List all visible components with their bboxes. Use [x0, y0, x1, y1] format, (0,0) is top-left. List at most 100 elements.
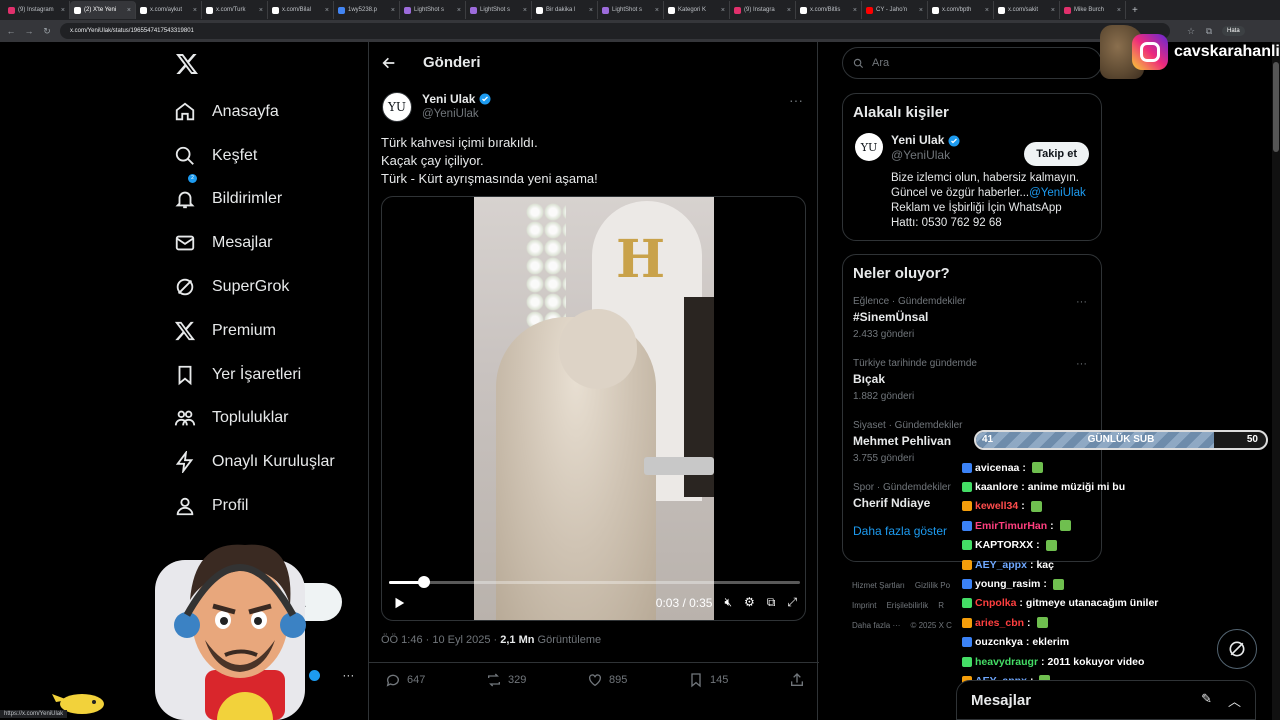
search-input[interactable]: Ara — [842, 47, 1102, 79]
messages-drawer[interactable]: Mesajlar ✎ ︿ — [956, 680, 1256, 720]
follow-button[interactable]: Takip et — [1024, 142, 1089, 166]
video-progress-bar[interactable] — [389, 576, 800, 588]
tab-close-icon[interactable]: × — [919, 7, 923, 14]
tab-close-icon[interactable]: × — [1051, 7, 1055, 14]
tab-close-icon[interactable]: × — [985, 7, 989, 14]
tab-close-icon[interactable]: × — [259, 7, 263, 14]
author-handle[interactable]: @YeniUlak — [422, 108, 491, 120]
tab-close-icon[interactable]: × — [523, 7, 527, 14]
footer-link[interactable]: Imprint — [852, 601, 876, 610]
video-tray — [644, 457, 714, 475]
related-name[interactable]: Yeni Ulak — [891, 133, 944, 148]
footer-link[interactable]: Gizlilik Po — [915, 581, 950, 590]
back-icon[interactable]: ← — [6, 26, 16, 36]
browser-tab[interactable]: LightShot s × — [400, 1, 466, 19]
footer-link[interactable]: Erişilebilirlik — [886, 601, 928, 610]
nav-item-verified-orgs[interactable]: Onaylı Kuruluşlar — [174, 440, 335, 484]
more-dots-icon[interactable]: ··· — [342, 668, 354, 682]
nav-item-communities[interactable]: Topluluklar — [174, 397, 335, 441]
back-arrow-icon[interactable] — [381, 55, 397, 71]
tab-close-icon[interactable]: × — [721, 7, 725, 14]
browser-tab[interactable]: (9) Instagram × — [4, 1, 70, 19]
bookmark-button[interactable]: 145 — [688, 672, 728, 688]
page-scrollbar[interactable] — [1272, 42, 1280, 720]
nav-item-premium[interactable]: Premium — [174, 309, 335, 353]
trend-item[interactable]: Eğlence · Gündemdekiler #SinemÜnsal 2.43… — [853, 288, 1091, 350]
chevron-up-icon[interactable]: ︿ — [1228, 691, 1241, 710]
x-logo-icon[interactable] — [175, 52, 199, 76]
bio-link[interactable]: @YeniUlak — [1029, 187, 1086, 199]
footer-link[interactable]: R — [938, 601, 944, 610]
browser-tab[interactable]: x.com/aykut × — [136, 1, 202, 19]
tab-close-icon[interactable]: × — [457, 7, 461, 14]
tab-close-icon[interactable]: × — [787, 7, 791, 14]
tab-label: x.com/sakit — [1008, 7, 1039, 13]
nav-item-home[interactable]: Anasayfa — [174, 90, 335, 134]
sub-goal-label: GÜNLÜK SUB — [1087, 434, 1155, 445]
tab-close-icon[interactable]: × — [391, 7, 395, 14]
video-scrubber-handle[interactable] — [418, 576, 431, 588]
browser-tab[interactable]: Kategori K × — [664, 1, 730, 19]
picture-in-picture-icon[interactable]: ⧉ — [767, 595, 776, 610]
trend-item[interactable]: Türkiye tarihinde gündemde Bıçak 1.882 g… — [853, 350, 1091, 412]
browser-tab[interactable]: x.com/Bitlis × — [796, 1, 862, 19]
browser-tab[interactable]: Bir dakika l × — [532, 1, 598, 19]
reload-icon[interactable]: ↻ — [42, 26, 52, 37]
nav-item-bookmarks[interactable]: Yer İşaretleri — [174, 353, 335, 397]
browser-tab[interactable]: x.com/bpth × — [928, 1, 994, 19]
new-tab-icon[interactable]: + — [1132, 5, 1138, 16]
share-button[interactable] — [789, 672, 805, 688]
address-bar[interactable]: x.com/YeniUlak/status/196554741754331980… — [60, 23, 1170, 39]
browser-tab[interactable]: CY - Jaho'n × — [862, 1, 928, 19]
video-player[interactable]: H 0:03 / 0:35 🔇︎ ⚙ ⧉ ⤢ — [381, 196, 806, 621]
browser-tab[interactable]: (2) X'te Yeni × — [70, 1, 136, 19]
browser-tab[interactable]: LightShot s × — [598, 1, 664, 19]
tab-close-icon[interactable]: × — [325, 7, 329, 14]
tab-close-icon[interactable]: × — [1117, 7, 1121, 14]
footer-link[interactable]: Daha fazla ··· — [852, 621, 900, 630]
related-avatar[interactable]: YU — [855, 133, 883, 161]
nav-item-messages[interactable]: Mesajlar — [174, 221, 335, 265]
like-button[interactable]: 895 — [587, 672, 627, 688]
chat-text: anime müziği mi bu — [1027, 481, 1126, 494]
tweet-more-icon[interactable]: ··· — [789, 92, 803, 108]
fullscreen-icon[interactable]: ⤢ — [787, 595, 797, 610]
author-name[interactable]: Yeni Ulak — [422, 92, 475, 106]
browser-tab[interactable]: Mike Burch × — [1060, 1, 1126, 19]
tab-close-icon[interactable]: × — [61, 7, 65, 14]
tab-close-icon[interactable]: × — [127, 7, 131, 14]
tab-close-icon[interactable]: × — [853, 7, 857, 14]
nav-item-explore[interactable]: Keşfet — [174, 134, 335, 178]
settings-gear-icon[interactable]: ⚙ — [744, 595, 755, 610]
browser-tab[interactable]: x.com/Turk × — [202, 1, 268, 19]
reply-button[interactable]: 647 — [385, 672, 425, 688]
browser-tab[interactable]: x.com/Bilal × — [268, 1, 334, 19]
forward-icon[interactable]: → — [24, 26, 34, 36]
more-dots-icon[interactable]: ··· — [1076, 296, 1087, 308]
browser-toolbar: ← → ↻ x.com/YeniUlak/status/196554741754… — [0, 20, 1280, 42]
chat-username: avicenaa — [975, 461, 1020, 474]
more-dots-icon[interactable]: ··· — [1076, 358, 1087, 370]
compose-message-icon[interactable]: ✎ — [1201, 691, 1212, 710]
author-avatar[interactable]: YU — [382, 92, 412, 122]
chat-badge-icon — [962, 520, 972, 531]
browser-tab[interactable]: x.com/sakit × — [994, 1, 1060, 19]
tab-close-icon[interactable]: × — [589, 7, 593, 14]
browser-tab[interactable]: LightShot s × — [466, 1, 532, 19]
chat-badge-icon — [962, 501, 972, 512]
tab-favicon-icon — [932, 6, 939, 14]
play-icon[interactable] — [392, 596, 406, 610]
tab-close-icon[interactable]: × — [655, 7, 659, 14]
mute-icon[interactable]: 🔇︎ — [724, 595, 732, 610]
tweet-timestamp[interactable]: ÖÖ 1:46 · 10 Eyl 2025 · — [381, 634, 500, 646]
footer-link[interactable]: Hizmet Şartları — [852, 581, 905, 590]
nav-item-notifications[interactable]: 2 Bildirimler — [174, 173, 335, 222]
nav-item-supergrok[interactable]: SuperGrok — [174, 265, 335, 309]
grok-button[interactable] — [1217, 629, 1257, 669]
browser-tab[interactable]: (9) Instagra × — [730, 1, 796, 19]
repost-button[interactable]: 329 — [486, 672, 526, 688]
tab-favicon-icon — [470, 6, 477, 14]
chat-badge-icon — [962, 482, 972, 493]
tab-close-icon[interactable]: × — [193, 7, 197, 14]
browser-tab[interactable]: 1wy5238.p × — [334, 1, 400, 19]
